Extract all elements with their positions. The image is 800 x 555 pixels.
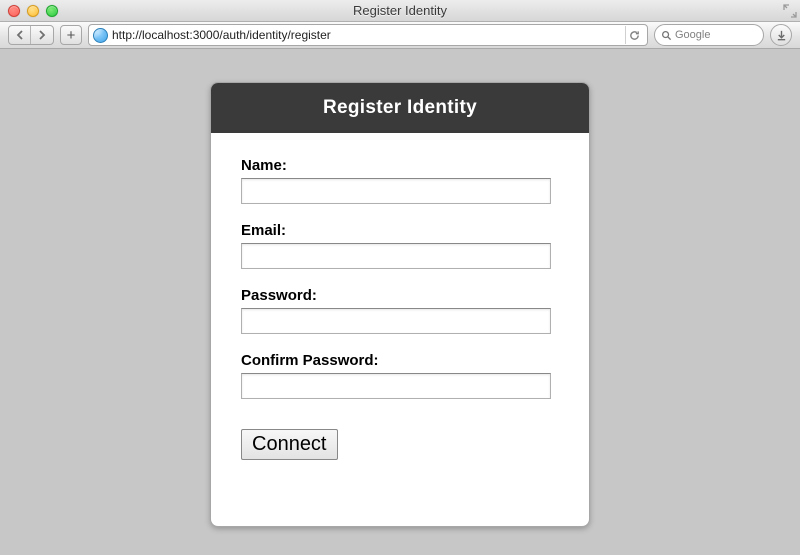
window-title: Register Identity <box>0 3 800 18</box>
card-title: Register Identity <box>323 97 477 119</box>
reload-button[interactable] <box>625 26 643 44</box>
minimize-window-button[interactable] <box>27 5 39 17</box>
email-input[interactable] <box>241 243 551 269</box>
back-button[interactable] <box>9 26 31 44</box>
card-body: Name: Email: Password: Confirm Password:… <box>211 133 589 480</box>
search-placeholder: Google <box>675 29 710 41</box>
password-label: Password: <box>241 287 559 304</box>
page-viewport: Register Identity Name: Email: Password:… <box>0 49 800 555</box>
search-icon <box>661 30 672 41</box>
close-window-button[interactable] <box>8 5 20 17</box>
fullscreen-icon[interactable] <box>783 4 797 18</box>
name-input[interactable] <box>241 178 551 204</box>
connect-button[interactable]: Connect <box>241 429 338 460</box>
downloads-button[interactable] <box>770 24 792 46</box>
field-email: Email: <box>241 222 559 269</box>
forward-button[interactable] <box>31 26 53 44</box>
field-confirm-password: Confirm Password: <box>241 352 559 399</box>
zoom-window-button[interactable] <box>46 5 58 17</box>
traffic-lights <box>0 5 58 17</box>
field-name: Name: <box>241 157 559 204</box>
search-bar[interactable]: Google <box>654 24 764 46</box>
confirm-password-input[interactable] <box>241 373 551 399</box>
browser-toolbar: + http://localhost:3000/auth/identity/re… <box>0 22 800 49</box>
window-titlebar: Register Identity <box>0 0 800 22</box>
url-text: http://localhost:3000/auth/identity/regi… <box>112 28 621 42</box>
email-label: Email: <box>241 222 559 239</box>
card-header: Register Identity <box>211 83 589 133</box>
field-password: Password: <box>241 287 559 334</box>
register-card: Register Identity Name: Email: Password:… <box>210 82 590 527</box>
password-input[interactable] <box>241 308 551 334</box>
name-label: Name: <box>241 157 559 174</box>
site-globe-icon <box>93 28 108 43</box>
nav-buttons <box>8 25 54 45</box>
confirm-password-label: Confirm Password: <box>241 352 559 369</box>
address-bar[interactable]: http://localhost:3000/auth/identity/regi… <box>88 24 648 46</box>
add-bookmark-button[interactable]: + <box>60 25 82 45</box>
